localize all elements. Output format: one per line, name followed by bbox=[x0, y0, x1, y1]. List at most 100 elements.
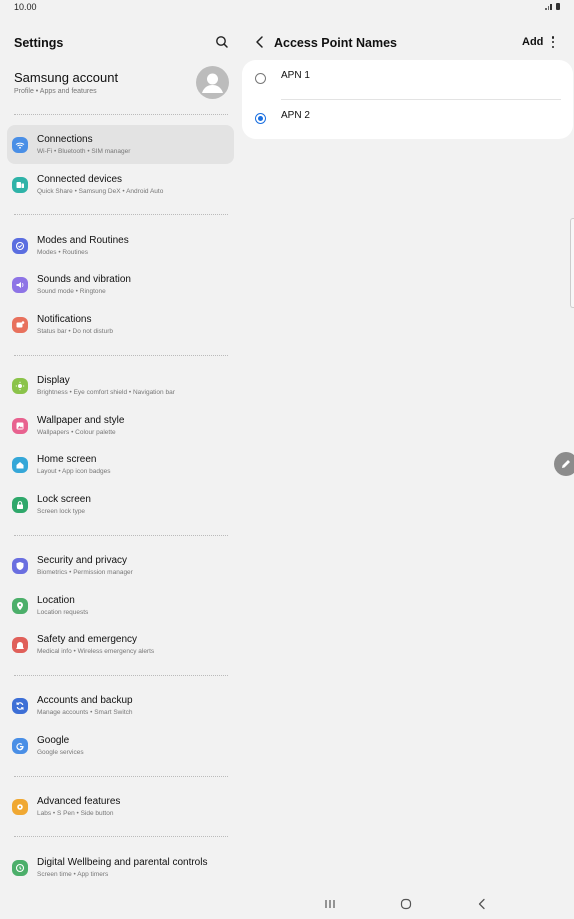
status-bar: 10.00 bbox=[0, 0, 574, 20]
settings-item-safety-and-emergency[interactable]: Safety and emergency Medical info • Wirel… bbox=[7, 625, 234, 664]
settings-item-subtitle: Medical info • Wireless emergency alerts bbox=[37, 648, 155, 655]
back-nav-icon[interactable] bbox=[474, 896, 490, 912]
divider bbox=[14, 535, 228, 536]
settings-item-google[interactable]: Google Google services bbox=[7, 726, 234, 765]
apn-radio[interactable] bbox=[255, 73, 266, 84]
settings-item-subtitle: Layout • App icon badges bbox=[37, 468, 111, 475]
settings-item-subtitle: Wallpapers • Colour palette bbox=[37, 429, 116, 436]
settings-item-subtitle: Status bar • Do not disturb bbox=[37, 328, 113, 335]
battery-icon bbox=[556, 3, 560, 10]
more-options-icon[interactable] bbox=[547, 34, 559, 50]
settings-item-title: Notifications bbox=[37, 314, 92, 325]
settings-item-subtitle: Quick Share • Samsung DeX • Android Auto bbox=[37, 188, 164, 195]
settings-item-digital-wellbeing-and-parental-controls[interactable]: Digital Wellbeing and parental controls S… bbox=[7, 848, 234, 887]
search-icon[interactable] bbox=[213, 33, 231, 51]
account-subtitle: Profile • Apps and features bbox=[14, 88, 97, 95]
settings-item-title: Google bbox=[37, 735, 70, 746]
divider bbox=[14, 214, 228, 215]
sync-icon bbox=[12, 698, 28, 714]
apn-label: APN 1 bbox=[281, 70, 310, 81]
settings-item-subtitle: Biometrics • Permission manager bbox=[37, 569, 133, 576]
settings-item-connected-devices[interactable]: Connected devices Quick Share • Samsung D… bbox=[7, 165, 234, 204]
settings-item-title: Connected devices bbox=[37, 174, 123, 185]
settings-item-display[interactable]: Display Brightness • Eye comfort shield •… bbox=[7, 366, 234, 405]
settings-item-subtitle: Screen lock type bbox=[37, 508, 86, 515]
divider bbox=[14, 776, 228, 777]
system-icons bbox=[545, 3, 560, 10]
home-button-icon[interactable] bbox=[398, 896, 414, 912]
recent-apps-icon[interactable] bbox=[322, 896, 338, 912]
samsung-account[interactable]: Samsung account Profile • Apps and featu… bbox=[0, 66, 242, 114]
notification-icon bbox=[12, 317, 28, 333]
settings-item-modes-and-routines[interactable]: Modes and Routines Modes • Routines bbox=[7, 226, 234, 265]
wellbeing-icon bbox=[12, 860, 28, 876]
settings-item-connections[interactable]: Connections Wi-Fi • Bluetooth • SIM manag… bbox=[7, 125, 234, 164]
settings-item-title: Connections bbox=[37, 134, 93, 145]
display-icon bbox=[12, 378, 28, 394]
divider bbox=[14, 355, 228, 356]
settings-item-title: Security and privacy bbox=[37, 555, 128, 566]
back-icon[interactable] bbox=[252, 33, 268, 51]
sound-icon bbox=[12, 277, 28, 293]
settings-item-subtitle: Brightness • Eye comfort shield • Naviga… bbox=[37, 389, 175, 396]
settings-item-title: Modes and Routines bbox=[37, 235, 129, 246]
location-icon bbox=[12, 598, 28, 614]
apn-list: APN 1 APN 2 bbox=[242, 60, 573, 139]
settings-item-title: Lock screen bbox=[37, 494, 91, 505]
edge-panel-handle[interactable] bbox=[570, 218, 574, 308]
floating-pen-button[interactable] bbox=[554, 452, 574, 476]
settings-item-title: Sounds and vibration bbox=[37, 274, 131, 285]
settings-item-sounds-and-vibration[interactable]: Sounds and vibration Sound mode • Rington… bbox=[7, 265, 234, 304]
wallpaper-icon bbox=[12, 418, 28, 434]
emergency-icon bbox=[12, 637, 28, 653]
divider bbox=[14, 675, 228, 676]
settings-item-advanced-features[interactable]: Advanced features Labs • S Pen • Side but… bbox=[7, 787, 234, 826]
google-icon bbox=[12, 738, 28, 754]
settings-item-subtitle: Modes • Routines bbox=[37, 249, 89, 256]
divider bbox=[14, 114, 228, 115]
apn-label: APN 2 bbox=[281, 110, 310, 121]
settings-item-subtitle: Wi-Fi • Bluetooth • SIM manager bbox=[37, 148, 131, 155]
shield-icon bbox=[12, 558, 28, 574]
avatar[interactable] bbox=[196, 66, 229, 99]
settings-item-notifications[interactable]: Notifications Status bar • Do not disturb bbox=[7, 305, 234, 344]
settings-title: Settings bbox=[14, 36, 64, 50]
navigation-bar bbox=[0, 890, 574, 919]
apn-radio[interactable] bbox=[255, 113, 266, 124]
apn-item-2[interactable]: APN 2 bbox=[242, 100, 573, 139]
settings-item-wallpaper-and-style[interactable]: Wallpaper and style Wallpapers • Colour p… bbox=[7, 406, 234, 445]
settings-item-title: Location bbox=[37, 595, 75, 606]
settings-item-accounts-and-backup[interactable]: Accounts and backup Manage accounts • Sma… bbox=[7, 686, 234, 725]
settings-pane: Settings Samsung account Profile • Apps … bbox=[0, 20, 242, 880]
modes-icon bbox=[12, 238, 28, 254]
gear-icon bbox=[12, 799, 28, 815]
settings-item-subtitle: Labs • S Pen • Side button bbox=[37, 810, 114, 817]
settings-item-subtitle: Screen time • App timers bbox=[37, 871, 109, 878]
settings-item-subtitle: Sound mode • Ringtone bbox=[37, 288, 106, 295]
page-title: Access Point Names bbox=[274, 36, 397, 50]
connected-devices-icon bbox=[12, 177, 28, 193]
lock-icon bbox=[12, 497, 28, 513]
settings-item-security-and-privacy[interactable]: Security and privacy Biometrics • Permiss… bbox=[7, 546, 234, 585]
add-button[interactable]: Add bbox=[522, 36, 543, 48]
wifi-icon bbox=[12, 137, 28, 153]
settings-item-title: Home screen bbox=[37, 454, 97, 465]
apn-pane: Access Point Names Add APN 1 APN 2 bbox=[242, 20, 574, 880]
apn-item-1[interactable]: APN 1 bbox=[242, 60, 573, 99]
divider bbox=[14, 836, 228, 837]
pen-icon bbox=[562, 460, 570, 468]
settings-item-title: Accounts and backup bbox=[37, 695, 133, 706]
settings-item-title: Digital Wellbeing and parental controls bbox=[37, 857, 208, 868]
settings-item-lock-screen[interactable]: Lock screen Screen lock type bbox=[7, 485, 234, 524]
settings-item-subtitle: Location requests bbox=[37, 609, 89, 616]
home-icon bbox=[12, 457, 28, 473]
settings-item-location[interactable]: Location Location requests bbox=[7, 586, 234, 625]
settings-item-home-screen[interactable]: Home screen Layout • App icon badges bbox=[7, 445, 234, 484]
person-icon bbox=[202, 73, 223, 93]
settings-item-title: Wallpaper and style bbox=[37, 415, 125, 426]
account-title: Samsung account bbox=[14, 70, 119, 85]
status-time: 10.00 bbox=[14, 2, 37, 12]
settings-item-subtitle: Manage accounts • Smart Switch bbox=[37, 709, 133, 716]
settings-item-title: Advanced features bbox=[37, 796, 121, 807]
settings-item-title: Safety and emergency bbox=[37, 634, 138, 645]
